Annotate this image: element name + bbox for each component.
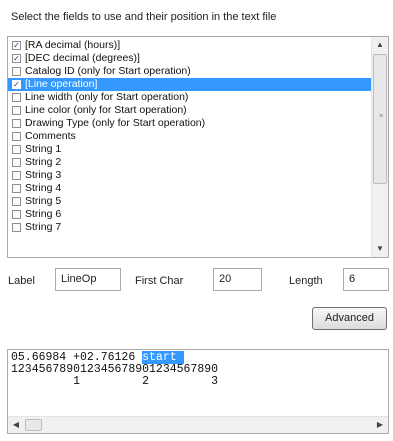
field-list-item-label: Catalog ID (only for Start operation) [25,65,191,77]
field-list-item-label: String 7 [25,221,62,233]
length-caption: Length [289,275,323,287]
field-checkbox[interactable] [12,132,21,141]
field-list-item-label: [Line operation] [25,78,98,90]
field-list-item[interactable]: String 4 [8,182,371,195]
field-list-item[interactable]: Catalog ID (only for Start operation) [8,65,371,78]
field-list-item[interactable]: String 6 [8,208,371,221]
scroll-up-arrow-icon[interactable]: ▲ [372,37,388,53]
first-char-input[interactable]: 20 [213,268,262,291]
field-list-item[interactable]: ✓ [DEC decimal (degrees)] [8,52,371,65]
field-list-item[interactable]: String 1 [8,143,371,156]
hscroll-thumb[interactable] [25,419,42,431]
label-caption: Label [8,275,35,287]
label-input[interactable]: LineOp [55,268,121,291]
field-checkbox[interactable] [12,119,21,128]
field-list-item[interactable]: String 3 [8,169,371,182]
field-checkbox[interactable]: ✓ [12,41,21,50]
advanced-button[interactable]: Advanced [312,307,387,330]
field-list-item-label: Comments [25,130,76,142]
instructions-text: Select the fields to use and their posit… [11,11,277,23]
field-list-item[interactable]: String 2 [8,156,371,169]
horizontal-scrollbar[interactable]: ◀ ▶ [8,416,388,433]
first-char-caption: First Char [135,275,184,287]
scroll-right-arrow-icon[interactable]: ▶ [372,417,388,433]
text-preview: 05.66984 +02.76126 start 123456789012345… [7,349,389,434]
field-checkbox[interactable] [12,67,21,76]
preview-line-3: 1 2 3 [11,375,219,388]
grip-icon: ≡ [378,113,384,120]
field-list-item[interactable]: Line width (only for Start operation) [8,91,371,104]
field-checkbox[interactable]: ✓ [12,80,21,89]
vertical-scrollbar[interactable]: ▲ ≡ ▼ [371,37,388,257]
field-list-item[interactable]: Drawing Type (only for Start operation) [8,117,371,130]
scroll-thumb[interactable]: ≡ [373,54,387,184]
field-list-item-label: Line color (only for Start operation) [25,104,187,116]
field-list-item-label: Line width (only for Start operation) [25,91,189,103]
field-list-item[interactable]: ✓ [Line operation] [8,78,371,91]
field-list-item-label: [RA decimal (hours)] [25,39,121,51]
field-checkbox[interactable] [12,210,21,219]
scroll-down-arrow-icon[interactable]: ▼ [372,241,388,257]
field-list-item-label: Drawing Type (only for Start operation) [25,117,206,129]
field-items: ✓ [RA decimal (hours)] ✓ [DEC decimal (degr… [8,39,371,234]
field-list-item-label: String 1 [25,143,62,155]
field-list-item[interactable]: ✓ [RA decimal (hours)] [8,39,371,52]
scroll-left-arrow-icon[interactable]: ◀ [8,417,24,433]
field-list-item-label: String 6 [25,208,62,220]
field-checkbox[interactable] [12,197,21,206]
field-list-item-label: String 2 [25,156,62,168]
field-list-item[interactable]: Comments [8,130,371,143]
field-list-item-label: [DEC decimal (degrees)] [25,52,140,64]
field-list-item[interactable]: String 5 [8,195,371,208]
preview-text: 05.66984 +02.76126 start 123456789012345… [11,351,219,388]
field-checkbox[interactable] [12,184,21,193]
field-list-item-label: String 4 [25,182,62,194]
length-input[interactable]: 6 [343,268,389,291]
field-checkbox[interactable] [12,106,21,115]
field-checkbox[interactable]: ✓ [12,54,21,63]
field-checkbox[interactable] [12,171,21,180]
field-list-item-label: String 5 [25,195,62,207]
field-checkbox[interactable] [12,145,21,154]
field-checkbox[interactable] [12,93,21,102]
field-list-item[interactable]: String 7 [8,221,371,234]
field-list-item-label: String 3 [25,169,62,181]
field-checkbox[interactable] [12,158,21,167]
field-list-item[interactable]: Line color (only for Start operation) [8,104,371,117]
field-list[interactable]: ✓ [RA decimal (hours)] ✓ [DEC decimal (degr… [7,36,389,258]
field-checkbox[interactable] [12,223,21,232]
